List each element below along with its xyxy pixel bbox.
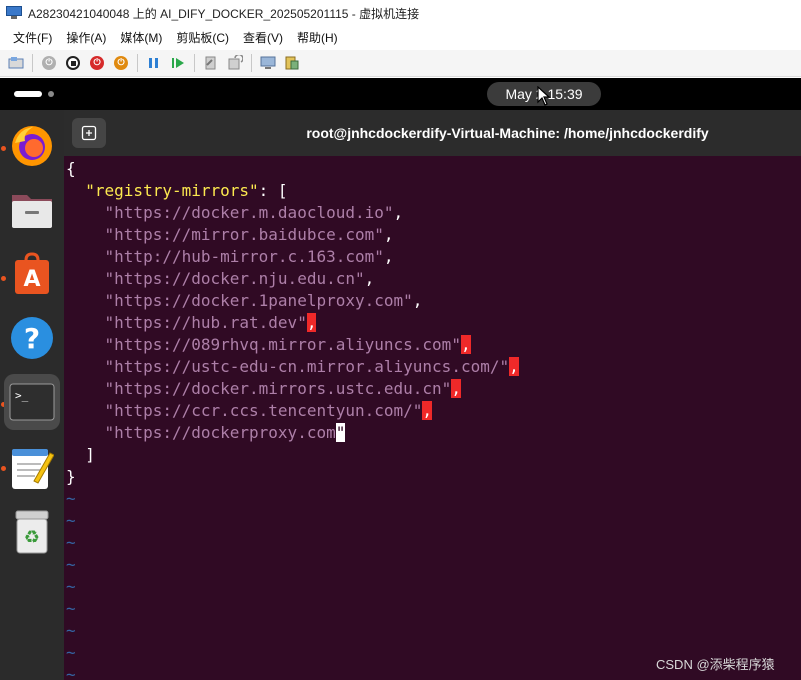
text-editor-icon[interactable] — [4, 440, 60, 496]
vm-toolbar: ⏻ ⏻ ⏻ — [0, 50, 801, 77]
code-line: "https://docker.nju.edu.cn", — [104, 269, 375, 288]
code-line: "https://hub.rat.dev", — [104, 313, 317, 332]
menu-clipboard[interactable]: 剪贴板(C) — [169, 26, 236, 50]
firefox-icon[interactable] — [4, 118, 60, 174]
menu-action[interactable]: 操作(A) — [59, 26, 113, 50]
menu-bar: 文件(F) 操作(A) 媒体(M) 剪贴板(C) 查看(V) 帮助(H) — [0, 26, 801, 50]
text-cursor: " — [335, 423, 346, 442]
code-line: "https://docker.mirrors.ustc.edu.cn", — [104, 379, 461, 398]
enhanced-session-icon[interactable] — [259, 54, 277, 72]
turn-off-icon[interactable] — [64, 54, 82, 72]
terminal-title: root@jnhcdockerdify-Virtual-Machine: /ho… — [306, 125, 709, 141]
shutdown-icon[interactable]: ⏻ — [88, 54, 106, 72]
svg-text:♻: ♻ — [24, 527, 40, 548]
code-line: "https://docker.1panelproxy.com", — [104, 291, 423, 310]
svg-text:>_: >_ — [15, 389, 29, 402]
empty-line-marker: ~ — [66, 643, 76, 662]
terminal-body[interactable]: { "registry-mirrors": [ "https://docker.… — [64, 156, 801, 680]
code-line: "https://089rhvq.mirror.aliyuncs.com", — [104, 335, 471, 354]
code-line: "registry-mirrors": [ — [85, 181, 288, 200]
window-title-bar: A28230421040048 上的 AI_DIFY_DOCKER_202505… — [0, 0, 801, 26]
gnome-top-bar: May 2 15:39 — [0, 78, 801, 110]
code-line: "https://dockerproxy.com" — [104, 423, 346, 442]
code-line: "https://docker.m.daocloud.io", — [104, 203, 404, 222]
terminal-header-bar: root@jnhcdockerdify-Virtual-Machine: /ho… — [64, 110, 801, 156]
empty-line-marker: ~ — [66, 533, 76, 552]
empty-line-marker: ~ — [66, 511, 76, 530]
ubuntu-dock: A ? >_ ♻ — [0, 110, 64, 680]
toolbar-separator — [251, 54, 252, 72]
revert-icon[interactable] — [202, 54, 220, 72]
activities-indicator[interactable] — [14, 91, 42, 97]
ctrl-alt-del-icon[interactable] — [7, 54, 25, 72]
app-center-icon[interactable]: A — [4, 246, 60, 302]
empty-line-marker: ~ — [66, 489, 76, 508]
menu-view[interactable]: 查看(V) — [236, 26, 290, 50]
share-icon[interactable] — [283, 54, 301, 72]
empty-line-marker: ~ — [66, 665, 76, 680]
code-line: "https://ccr.ccs.tencentyun.com/", — [104, 401, 433, 420]
code-line: "https://mirror.baidubce.com", — [104, 225, 394, 244]
code-line: "https://ustc-edu-cn.mirror.aliyuncs.com… — [104, 357, 519, 376]
toolbar-separator — [32, 54, 33, 72]
code-line: } — [66, 467, 76, 486]
svg-text:A: A — [23, 267, 40, 292]
toolbar-separator — [137, 54, 138, 72]
watermark: CSDN @添柴程序猿 — [656, 657, 775, 672]
code-line: "http://hub-mirror.c.163.com", — [104, 247, 394, 266]
window-title: A28230421040048 上的 AI_DIFY_DOCKER_202505… — [28, 6, 420, 21]
svg-text:?: ? — [24, 322, 40, 355]
empty-line-marker: ~ — [66, 621, 76, 640]
files-icon[interactable] — [4, 182, 60, 238]
power-reset-icon[interactable]: ⏻ — [112, 54, 130, 72]
help-icon[interactable]: ? — [4, 310, 60, 366]
empty-line-marker: ~ — [66, 577, 76, 596]
toolbar-separator — [194, 54, 195, 72]
checkpoint-icon[interactable] — [226, 54, 244, 72]
empty-line-marker: ~ — [66, 599, 76, 618]
workspace-dot — [48, 91, 54, 97]
terminal-icon[interactable]: >_ — [4, 374, 60, 430]
trash-icon[interactable]: ♻ — [4, 504, 60, 560]
pause-icon[interactable] — [145, 54, 163, 72]
menu-help[interactable]: 帮助(H) — [290, 26, 345, 50]
menu-file[interactable]: 文件(F) — [6, 26, 59, 50]
menu-media[interactable]: 媒体(M) — [113, 26, 169, 50]
code-line: ] — [85, 445, 95, 464]
mouse-cursor-icon — [537, 86, 551, 106]
start-icon[interactable]: ⏻ — [40, 54, 58, 72]
code-line: { — [66, 159, 76, 178]
resume-icon[interactable] — [169, 54, 187, 72]
empty-line-marker: ~ — [66, 555, 76, 574]
vm-connection-icon — [6, 6, 22, 20]
